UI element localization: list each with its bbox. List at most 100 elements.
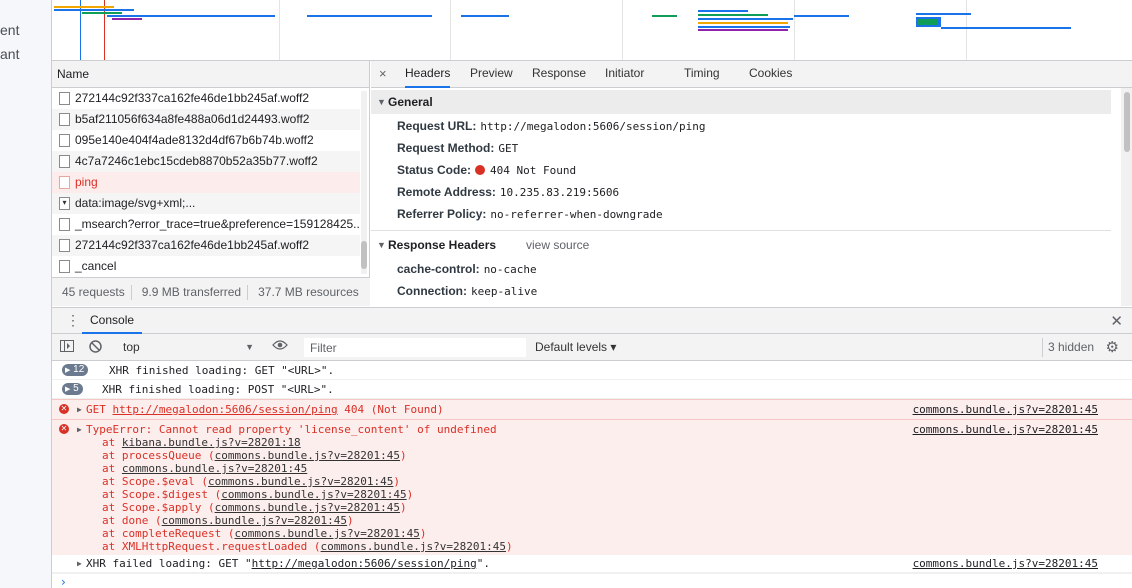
clear-console-icon[interactable]: [89, 340, 102, 356]
network-overview[interactable]: [52, 0, 1132, 61]
source-link[interactable]: commons.bundle.js?v=28201:45: [913, 403, 1098, 416]
general-section-header[interactable]: ▼ General: [371, 90, 1111, 114]
hidden-count: 3 hidden: [1042, 338, 1094, 357]
stack-location-link[interactable]: commons.bundle.js?v=28201:45: [215, 449, 400, 462]
expand-triangle-icon[interactable]: ▶: [77, 425, 82, 434]
stack-location-link[interactable]: commons.bundle.js?v=28201:45: [321, 540, 506, 553]
response-headers-section-header[interactable]: ▼ Response Headers view source: [371, 233, 1111, 257]
file-icon: [59, 218, 70, 231]
request-name: _msearch?error_trace=true&preference=159…: [75, 217, 360, 231]
header-key: Request Method:: [397, 141, 495, 155]
request-list-scrollbar[interactable]: [361, 91, 367, 274]
stack-location-link[interactable]: commons.bundle.js?v=28201:45: [162, 514, 347, 527]
stack-frame: at Scope.$digest (commons.bundle.js?v=28…: [102, 488, 414, 501]
gear-icon[interactable]: ⚙: [1106, 338, 1119, 356]
request-row[interactable]: _msearch?error_trace=true&preference=159…: [52, 214, 360, 235]
request-row[interactable]: 4c7a7246c1ebc15cdeb8870b52a35b77.woff2: [52, 151, 360, 172]
console-prompt[interactable]: ›: [52, 573, 1132, 588]
tab-headers[interactable]: Headers: [405, 61, 451, 88]
stack-frame: at done (commons.bundle.js?v=28201:45): [102, 514, 354, 527]
page-text-fragment: ant: [0, 46, 20, 62]
name-column-header[interactable]: Name: [52, 61, 369, 88]
request-name: 4c7a7246c1ebc15cdeb8870b52a35b77.woff2: [75, 154, 318, 168]
header-value: http://megalodon:5606/session/ping: [480, 120, 706, 133]
stack-location-link[interactable]: commons.bundle.js?v=28201:45: [215, 501, 400, 514]
status-error-icon: [475, 165, 486, 175]
caret-down-icon: ▼: [377, 97, 386, 107]
expand-triangle-icon[interactable]: ▶: [77, 559, 82, 568]
repeat-count: 12: [73, 364, 85, 375]
request-url-link[interactable]: http://megalodon:5606/session/ping: [252, 557, 477, 570]
header-key: cache-control:: [397, 262, 480, 276]
stack-location-link[interactable]: commons.bundle.js?v=28201:45: [208, 475, 393, 488]
background-page: ent ant: [0, 0, 51, 588]
resources-size: 37.7 MB resources: [258, 285, 359, 299]
tab-cookies[interactable]: Cookies: [749, 61, 792, 88]
message-text: XHR finished loading: GET "<URL>".: [109, 364, 335, 377]
message-suffix: ".: [476, 557, 490, 570]
repeat-count-badge: ▶ 12: [62, 364, 89, 376]
request-row[interactable]: 272144c92f337ca162fe46de1bb245af.woff2: [52, 88, 360, 109]
eye-icon[interactable]: [272, 339, 288, 354]
message-text: XHR finished loading: POST "<URL>".: [102, 383, 334, 396]
tab-response[interactable]: Response: [532, 61, 586, 88]
header-key: Request URL:: [397, 119, 477, 133]
stack-frame: at kibana.bundle.js?v=28201:18: [102, 436, 301, 449]
file-icon: [59, 155, 70, 168]
more-options-icon[interactable]: ⋮: [66, 312, 80, 329]
filter-input[interactable]: [304, 338, 526, 357]
context-selector[interactable]: top ▼: [118, 338, 258, 357]
view-source-link[interactable]: view source: [526, 233, 589, 257]
request-name: data:image/svg+xml;...: [75, 196, 196, 210]
header-row: Referrer Policy: no-referrer-when-downgra…: [397, 203, 663, 225]
scrollbar-thumb[interactable]: [1124, 92, 1130, 152]
tab-preview[interactable]: Preview: [470, 61, 513, 88]
sidebar-toggle-icon[interactable]: [60, 340, 74, 355]
stack-frame: at XMLHttpRequest.requestLoaded (commons…: [102, 540, 513, 553]
request-row[interactable]: _cancel: [52, 256, 360, 277]
console-message[interactable]: ▶ 12 XHR finished loading: GET "<URL>".: [52, 361, 1132, 380]
stack-function: at Scope.$apply: [102, 501, 208, 514]
close-drawer-icon[interactable]: ✕: [1110, 312, 1123, 330]
detail-scrollbar[interactable]: [1121, 88, 1132, 306]
source-link[interactable]: commons.bundle.js?v=28201:45: [913, 423, 1098, 436]
request-name: 272144c92f337ca162fe46de1bb245af.woff2: [75, 91, 309, 105]
header-value: no-cache: [483, 263, 537, 276]
page-text-fragment: ent: [0, 22, 20, 38]
detail-tab-bar: × Headers Preview Response Initiator Tim…: [371, 61, 1132, 88]
console-error-message[interactable]: ✕ ▶ GET http://megalodon:5606/session/pi…: [52, 399, 1132, 419]
tab-timing[interactable]: Timing: [684, 61, 720, 88]
request-row[interactable]: ▾ data:image/svg+xml;...: [52, 193, 360, 214]
request-url-link[interactable]: http://megalodon:5606/session/ping: [113, 403, 338, 416]
header-row: Request URL: http://megalodon:5606/sessio…: [397, 115, 706, 137]
stack-frame: at completeRequest (commons.bundle.js?v=…: [102, 527, 427, 540]
request-row[interactable]: 272144c92f337ca162fe46de1bb245af.woff2: [52, 235, 360, 256]
stack-function: at done: [102, 514, 155, 527]
request-row-error[interactable]: ping: [52, 172, 360, 193]
console-message[interactable]: ▶ XHR failed loading: GET "http://megalo…: [52, 555, 1132, 573]
request-row[interactable]: 095e140e404f4ade8132d4df67b6b74b.woff2: [52, 130, 360, 151]
header-key: Referrer Policy:: [397, 207, 487, 221]
error-icon: ✕: [59, 404, 69, 414]
log-levels-dropdown[interactable]: Default levels ▾: [535, 338, 616, 357]
request-name: 095e140e404f4ade8132d4df67b6b74b.woff2: [75, 133, 314, 147]
stack-function: at XMLHttpRequest.requestLoaded: [102, 540, 314, 553]
scrollbar-thumb[interactable]: [361, 241, 367, 269]
tab-initiator[interactable]: Initiator: [605, 61, 644, 88]
source-link[interactable]: commons.bundle.js?v=28201:45: [913, 557, 1098, 570]
error-icon: ✕: [59, 424, 69, 434]
request-row[interactable]: b5af211056f634a8fe488a06d1d24493.woff2: [52, 109, 360, 130]
tab-console[interactable]: Console: [82, 308, 143, 334]
close-icon[interactable]: ×: [379, 66, 387, 81]
file-icon: [59, 134, 70, 147]
expand-triangle-icon[interactable]: ▶: [77, 405, 82, 414]
stack-location-link[interactable]: commons.bundle.js?v=28201:45: [122, 462, 307, 475]
console-error-message[interactable]: ✕ ▶ TypeError: Cannot read property 'lic…: [52, 419, 1132, 555]
console-message[interactable]: ▶ 5 XHR finished loading: POST "<URL>".: [52, 380, 1132, 399]
request-name: 272144c92f337ca162fe46de1bb245af.woff2: [75, 238, 309, 252]
stack-location-link[interactable]: commons.bundle.js?v=28201:45: [221, 488, 406, 501]
header-key: Status Code:: [397, 163, 472, 177]
stack-location-link[interactable]: kibana.bundle.js?v=28201:18: [122, 436, 301, 449]
stack-location-link[interactable]: commons.bundle.js?v=28201:45: [234, 527, 419, 540]
message-suffix: 404 (Not Found): [337, 403, 444, 416]
